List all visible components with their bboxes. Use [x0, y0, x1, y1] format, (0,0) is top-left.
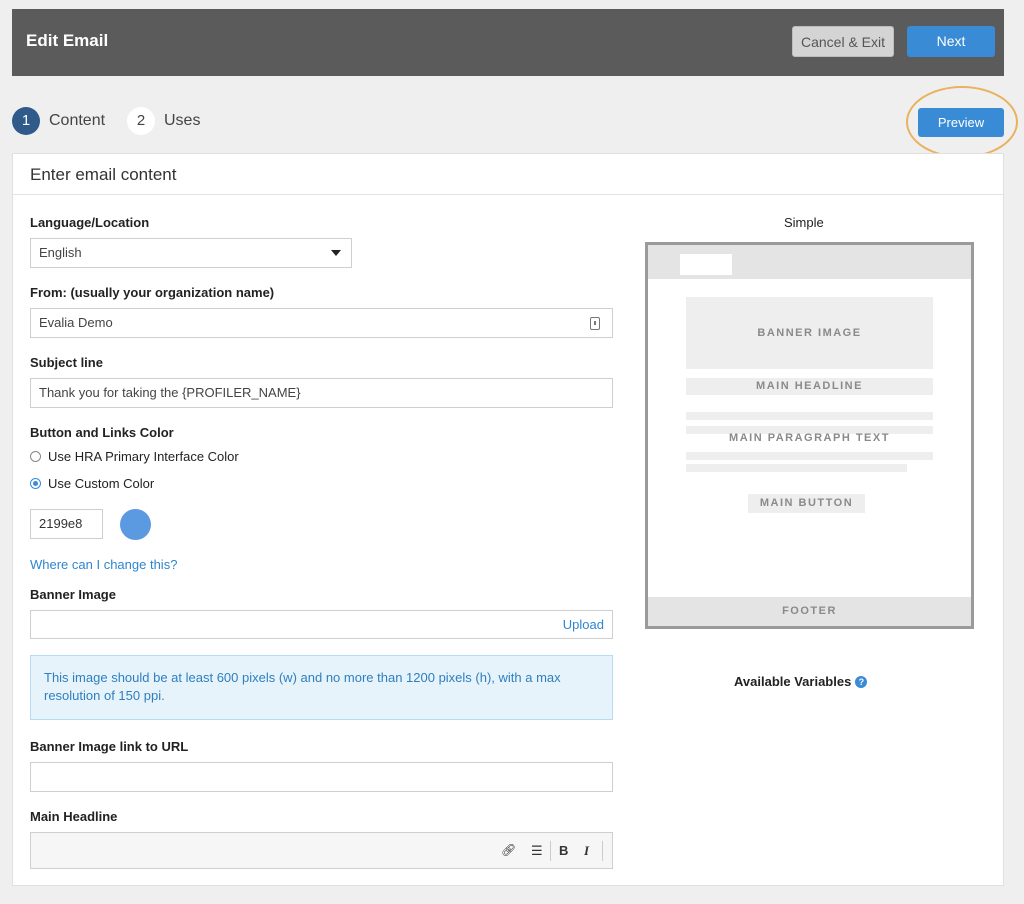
- template-paragraph-line: [686, 452, 933, 460]
- from-value: Evalia Demo: [39, 315, 113, 330]
- radio-primary-color[interactable]: Use HRA Primary Interface Color: [30, 449, 239, 464]
- upload-link[interactable]: Upload: [563, 611, 604, 639]
- card-header: Enter email content: [13, 154, 1003, 195]
- language-label: Language/Location: [30, 215, 150, 230]
- change-color-link[interactable]: Where can I change this?: [30, 557, 177, 572]
- next-button[interactable]: Next: [907, 26, 995, 57]
- caret-down-icon: [331, 250, 341, 256]
- radio-button[interactable]: [30, 451, 41, 462]
- template-preview[interactable]: BANNER IMAGE MAIN HEADLINE MAIN PARAGRAP…: [645, 242, 974, 629]
- banner-url-label: Banner Image link to URL: [30, 739, 189, 754]
- banner-url-input[interactable]: [30, 762, 613, 792]
- radio-label: Use Custom Color: [48, 476, 155, 491]
- radio-custom-color[interactable]: Use Custom Color: [30, 476, 154, 491]
- template-banner: BANNER IMAGE: [686, 297, 933, 369]
- language-select[interactable]: English: [30, 238, 352, 268]
- step-number: 1: [12, 107, 40, 135]
- subject-input[interactable]: Thank you for taking the {PROFILER_NAME}: [30, 378, 613, 408]
- template-logo: [680, 254, 732, 275]
- bullet-list-icon[interactable]: ☰: [531, 843, 543, 859]
- contact-card-icon[interactable]: [590, 317, 600, 330]
- question-icon[interactable]: ?: [855, 675, 868, 688]
- radio-button[interactable]: [30, 478, 41, 489]
- color-swatch[interactable]: [120, 509, 151, 540]
- available-variables[interactable]: Available Variables ?: [734, 674, 868, 689]
- preview-button[interactable]: Preview: [918, 108, 1004, 137]
- variables-label: Available Variables: [734, 674, 852, 689]
- template-header: [648, 245, 971, 279]
- step-number: 2: [127, 107, 155, 135]
- language-value: English: [39, 245, 82, 260]
- page-title: Edit Email: [26, 31, 109, 50]
- template-headline: MAIN HEADLINE: [686, 378, 933, 395]
- radio-label: Use HRA Primary Interface Color: [48, 449, 239, 464]
- template-footer: FOOTER: [648, 597, 971, 626]
- color-label: Button and Links Color: [30, 425, 174, 440]
- banner-label: Banner Image: [30, 587, 116, 602]
- top-bar: Edit Email Cancel & Exit Next: [12, 9, 1004, 76]
- content-card: Enter email content Language/Location En…: [12, 153, 1004, 886]
- link-icon[interactable]: 🔗︎: [501, 843, 516, 857]
- toolbar-divider: [550, 841, 551, 861]
- banner-info-box: This image should be at least 600 pixels…: [30, 655, 613, 720]
- cancel-exit-button[interactable]: Cancel & Exit: [792, 26, 894, 57]
- toolbar-divider: [602, 841, 603, 861]
- subject-label: Subject line: [30, 355, 103, 370]
- banner-input[interactable]: Upload: [30, 610, 613, 639]
- template-paragraph-line: [686, 464, 907, 472]
- step-label: Uses: [164, 112, 201, 129]
- template-button: MAIN BUTTON: [748, 494, 865, 513]
- headline-editor[interactable]: 🔗︎ ☰ B I: [30, 832, 613, 869]
- headline-label: Main Headline: [30, 809, 118, 824]
- color-hex-input[interactable]: 2199e8: [30, 509, 103, 539]
- step-content[interactable]: 1 Content: [12, 107, 105, 135]
- template-paragraph-line: [686, 412, 933, 420]
- template-paragraph: MAIN PARAGRAPH TEXT: [729, 432, 890, 444]
- template-name: Simple: [784, 215, 824, 230]
- from-label: From: (usually your organization name): [30, 285, 275, 300]
- from-input[interactable]: Evalia Demo: [30, 308, 613, 338]
- step-uses[interactable]: 2 Uses: [127, 107, 200, 135]
- step-label: Content: [49, 112, 106, 129]
- bold-button[interactable]: B: [559, 843, 568, 858]
- card-title: Enter email content: [30, 165, 177, 184]
- italic-button[interactable]: I: [584, 843, 589, 859]
- subject-value: Thank you for taking the {PROFILER_NAME}: [39, 385, 301, 400]
